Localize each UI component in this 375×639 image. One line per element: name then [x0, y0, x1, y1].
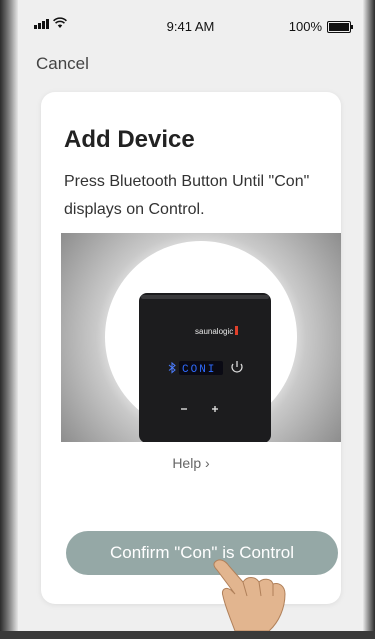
- phone-frame-right: [363, 0, 375, 639]
- help-link[interactable]: Help ›: [41, 455, 341, 471]
- phone-screen: 9:41 AM 100% Cancel Add Device Press Blu…: [18, 0, 363, 631]
- battery-icon: [327, 20, 353, 33]
- device-display: CONI: [182, 364, 216, 376]
- device-brand: saunalogic: [195, 327, 233, 336]
- battery-percent: 100%: [288, 19, 322, 34]
- device-photo: saunalogic CONI: [61, 233, 341, 442]
- brand-accent: [235, 326, 238, 335]
- card-title: Add Device: [64, 126, 195, 153]
- add-device-card: Add Device Press Bluetooth Button Until …: [41, 92, 341, 604]
- status-bar: 9:41 AM 100%: [18, 14, 363, 36]
- status-right: 100%: [288, 19, 353, 34]
- phone-frame-bottom: [0, 631, 375, 639]
- cancel-button[interactable]: Cancel: [36, 54, 89, 74]
- device-illustration: saunalogic CONI: [105, 241, 297, 442]
- card-instruction: Press Bluetooth Button Until "Con" displ…: [64, 173, 310, 218]
- hand-pointer: [213, 559, 286, 631]
- phone-frame-left: [0, 0, 18, 639]
- battery-fill: [329, 22, 349, 31]
